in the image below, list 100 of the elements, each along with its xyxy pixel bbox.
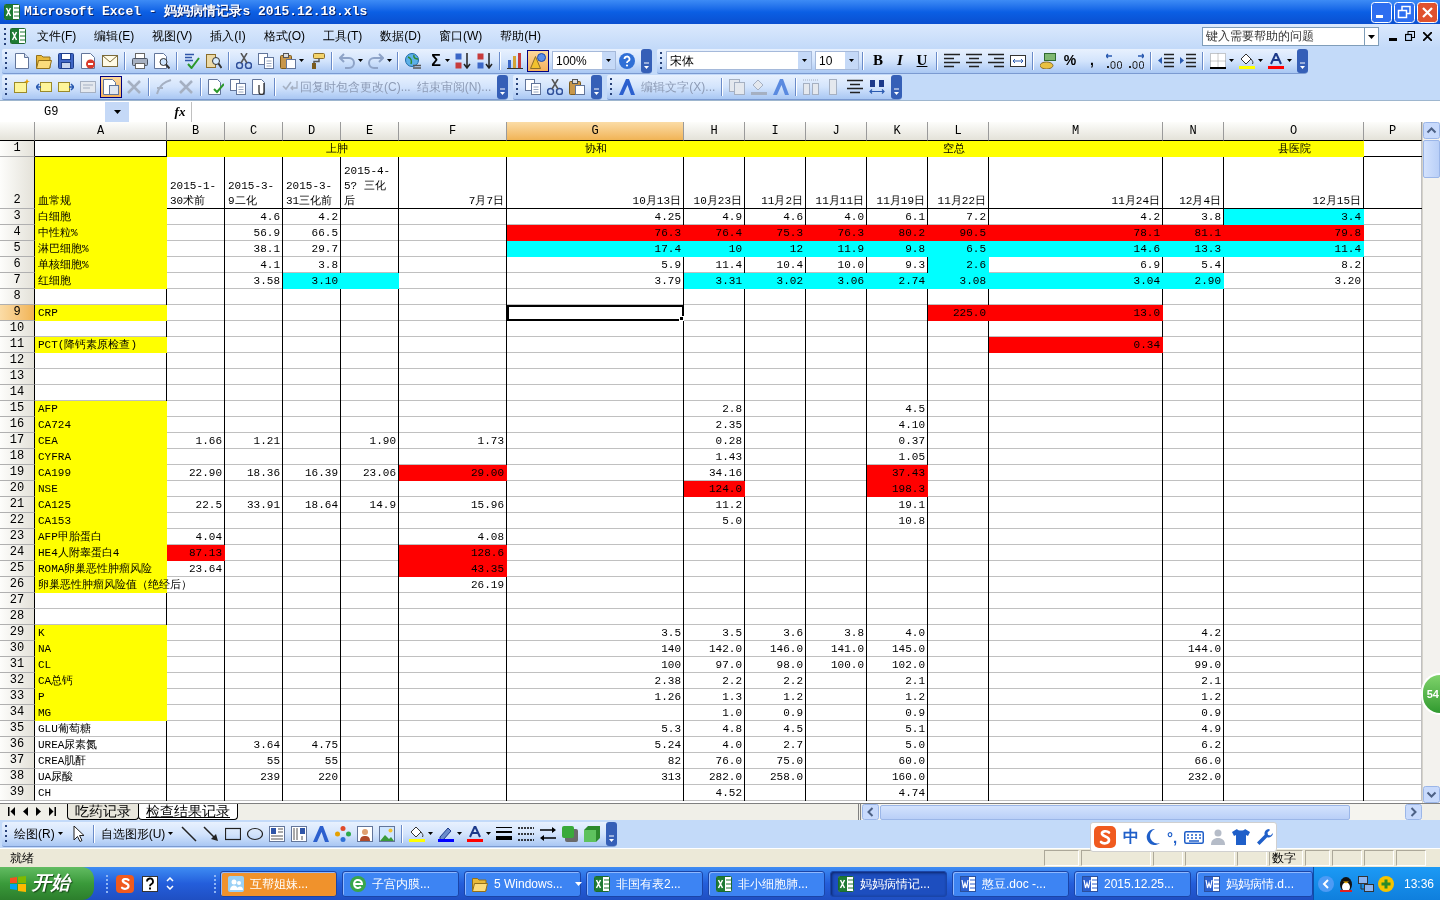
row-header[interactable]: 6 xyxy=(0,257,35,273)
line-style-icon[interactable] xyxy=(496,825,513,842)
horizontal-scrollbar[interactable] xyxy=(862,804,1422,820)
taskbar-button[interactable]: 妈妈病情记... xyxy=(829,870,947,897)
attachment-icon[interactable] xyxy=(252,78,268,95)
track-changes-icon[interactable] xyxy=(156,78,172,95)
previous-sheet-arrow-icon[interactable] xyxy=(23,807,28,816)
column-header[interactable]: L xyxy=(928,122,989,141)
scissors-icon[interactable] xyxy=(236,52,252,69)
shadow-icon[interactable] xyxy=(562,825,579,842)
row-header[interactable]: 28 xyxy=(0,609,35,625)
fill-color-icon[interactable] xyxy=(409,825,426,842)
column-header[interactable]: B xyxy=(167,122,225,141)
landscape-picture-icon[interactable] xyxy=(379,825,396,842)
column-header[interactable]: G xyxy=(507,122,684,141)
punctuation-button[interactable]: °, xyxy=(1167,829,1178,845)
menu-item[interactable]: 窗口(W) xyxy=(430,26,492,46)
person-picture-icon[interactable] xyxy=(357,825,374,842)
row-header[interactable]: 35 xyxy=(0,721,35,737)
keyboard-icon[interactable] xyxy=(1184,830,1205,844)
row-header[interactable]: 1 xyxy=(0,141,35,157)
wordart-shape-icon[interactable] xyxy=(773,78,790,95)
caret-icon[interactable] xyxy=(486,832,492,835)
column-header[interactable]: C xyxy=(225,122,283,141)
clipboard-icon[interactable] xyxy=(569,78,586,95)
sort-descending-icon[interactable] xyxy=(477,52,493,69)
caret-icon[interactable] xyxy=(1229,59,1234,62)
caret-icon[interactable] xyxy=(428,832,434,835)
bar-chart-icon[interactable] xyxy=(507,52,523,69)
menu-item[interactable]: 工具(T) xyxy=(314,26,372,46)
diagram-icon[interactable] xyxy=(335,825,352,842)
menu-item[interactable]: 数据(D) xyxy=(371,26,430,46)
dash-style-icon[interactable] xyxy=(518,825,535,842)
column-header[interactable]: H xyxy=(684,122,745,141)
drawing-toggle-button[interactable] xyxy=(527,49,549,72)
zoom-dropdown[interactable]: 100% xyxy=(552,51,616,70)
column-header[interactable]: E xyxy=(341,122,399,141)
selected-cell[interactable] xyxy=(507,305,684,321)
spreadsheet-icon[interactable] xyxy=(10,28,26,44)
row-header[interactable]: 4 xyxy=(0,225,35,241)
menu-item[interactable]: 文件(F) xyxy=(28,26,86,46)
next-sheet-arrow-icon[interactable] xyxy=(36,807,41,816)
minimize-icon[interactable] xyxy=(1371,1,1392,23)
merge-center-icon[interactable] xyxy=(1010,52,1026,69)
decrease-decimal-icon[interactable] xyxy=(1128,52,1144,69)
vertical-text-box-icon[interactable] xyxy=(291,825,308,842)
column-header[interactable]: N xyxy=(1163,122,1224,141)
printer-icon[interactable] xyxy=(132,52,148,69)
row-header[interactable]: 22 xyxy=(0,513,35,529)
column-header[interactable]: F xyxy=(399,122,507,141)
row-header[interactable]: 33 xyxy=(0,689,35,705)
row-header[interactable]: 37 xyxy=(0,753,35,769)
row-header[interactable]: 3 xyxy=(0,209,35,225)
new-note-icon[interactable] xyxy=(14,78,30,95)
row-header[interactable]: 39 xyxy=(0,785,35,801)
penguin-icon[interactable] xyxy=(1337,875,1354,892)
line-color-icon[interactable] xyxy=(438,825,455,842)
copy-icon[interactable] xyxy=(258,52,274,69)
text-box-icon[interactable] xyxy=(269,825,286,842)
row-header[interactable]: 12 xyxy=(0,353,35,369)
comma-button[interactable]: , xyxy=(1082,50,1102,71)
copy-icon[interactable] xyxy=(525,78,542,95)
caret-icon[interactable] xyxy=(1258,59,1263,62)
clipboard-icon[interactable] xyxy=(280,52,296,69)
row-header[interactable]: 23 xyxy=(0,529,35,545)
taskbar-button[interactable]: 非小细胞肺... xyxy=(707,870,825,897)
arrow-style-icon[interactable] xyxy=(540,825,557,842)
column-header[interactable]: M xyxy=(989,122,1163,141)
insert-function-button[interactable]: fx xyxy=(171,101,189,122)
autosum-button[interactable]: Σ xyxy=(427,50,445,71)
row-header[interactable]: 31 xyxy=(0,657,35,673)
scissors-icon[interactable] xyxy=(547,78,564,95)
close-icon[interactable] xyxy=(1417,1,1438,23)
increase-indent-icon[interactable] xyxy=(1180,52,1196,69)
spelling-check-icon[interactable] xyxy=(184,52,200,69)
help-search-field[interactable]: 键入需要帮助的问题 xyxy=(1202,26,1364,46)
caret-icon[interactable] xyxy=(358,59,363,62)
menu-item[interactable]: 插入(I) xyxy=(201,26,255,46)
column-header[interactable]: P xyxy=(1364,122,1422,141)
paintbrush-icon[interactable] xyxy=(309,52,325,69)
row-header[interactable]: 34 xyxy=(0,705,35,721)
fill-handle[interactable] xyxy=(679,316,684,321)
font-color-icon[interactable] xyxy=(467,825,484,842)
globe-link-icon[interactable] xyxy=(405,52,421,69)
row-header[interactable]: 21 xyxy=(0,497,35,513)
last-sheet-arrow-icon[interactable] xyxy=(49,807,56,816)
italic-button[interactable]: I xyxy=(890,50,910,71)
menu-item[interactable]: 编辑(E) xyxy=(85,26,144,46)
sheet-tab[interactable]: 检查结果记录 xyxy=(138,804,238,820)
align-center-icon[interactable] xyxy=(966,52,982,69)
fill-color-icon[interactable] xyxy=(1239,52,1255,69)
taskbar-button[interactable]: 憨豆.doc -... xyxy=(951,870,1069,897)
caret-icon[interactable] xyxy=(299,59,304,62)
row-header[interactable]: 25 xyxy=(0,561,35,577)
row-header[interactable]: 18 xyxy=(0,449,35,465)
menu-item[interactable]: 格式(O) xyxy=(254,26,314,46)
row-header[interactable]: 27 xyxy=(0,593,35,609)
caret-icon[interactable] xyxy=(387,59,392,62)
ime-mode-button[interactable]: 中 xyxy=(1123,829,1139,845)
chevron-left-icon[interactable] xyxy=(1317,875,1334,892)
